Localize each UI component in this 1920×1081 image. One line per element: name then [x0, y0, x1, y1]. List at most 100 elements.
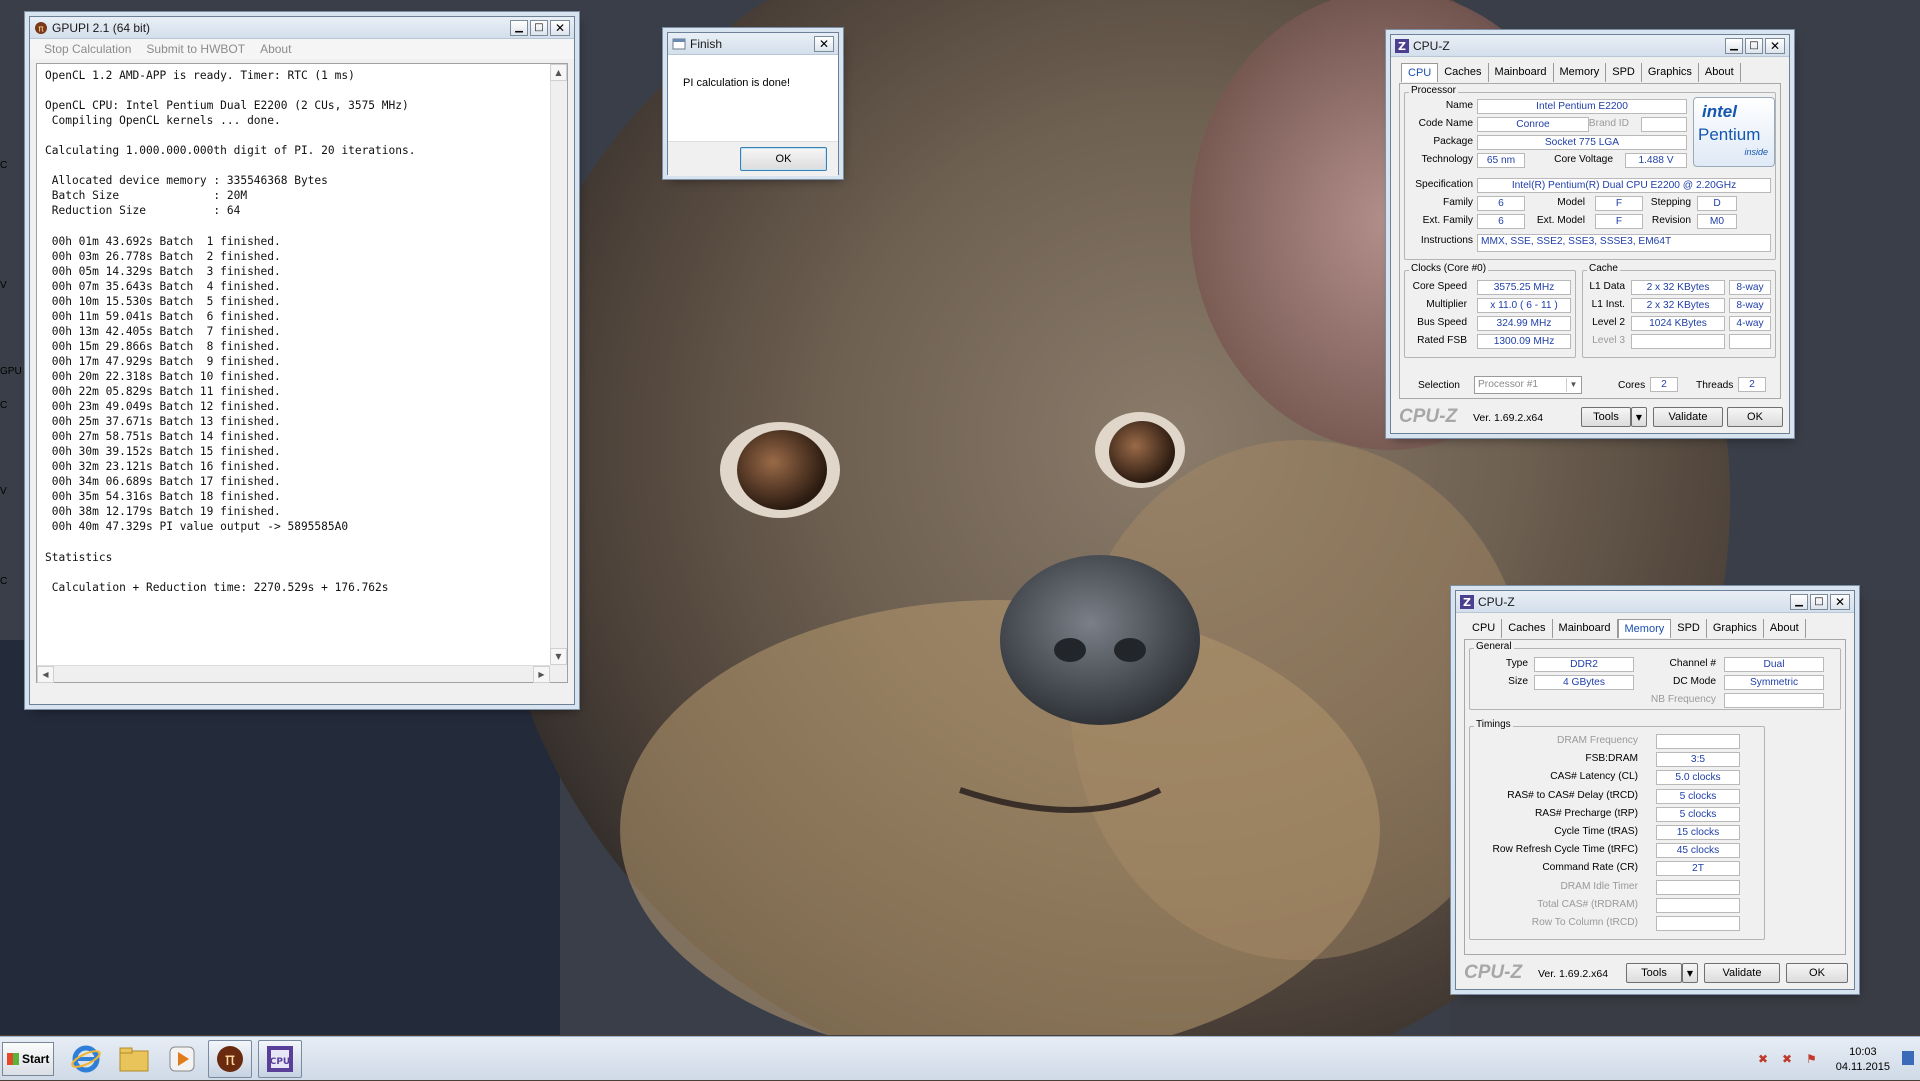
- specification-value: Intel(R) Pentium(R) Dual CPU E2200 @ 2.2…: [1477, 178, 1771, 193]
- tab-cpu[interactable]: CPU: [1401, 63, 1439, 82]
- cpuz-tabs: CPU Caches Mainboard Memory SPD Graphics…: [1391, 57, 1789, 83]
- clock[interactable]: 10:03 04.11.2015: [1836, 1045, 1890, 1075]
- finish-dialog: Finish ✕ PI calculation is done! OK: [667, 32, 839, 176]
- cpuz-taskbar-icon[interactable]: CPU: [258, 1040, 302, 1078]
- console-line: 00h 17m 47.929s Batch 9 finished.: [45, 354, 281, 368]
- l1data-ways: 8-way: [1729, 280, 1771, 295]
- cpuz-titlebar[interactable]: Z CPU-Z ▁ □ ✕: [1456, 591, 1854, 613]
- codename-label: Code Name: [1418, 118, 1473, 129]
- close-icon[interactable]: ✕: [550, 19, 570, 36]
- brandid-label: Brand ID: [1588, 118, 1629, 129]
- dialog-footer: OK: [668, 141, 838, 176]
- minimize-icon[interactable]: ▁: [1725, 37, 1743, 54]
- timing-label: RAS# to CAS# Delay (tRCD): [1507, 789, 1638, 801]
- dialog-title: Finish: [690, 36, 723, 51]
- timing-value: [1656, 879, 1740, 895]
- tab-about[interactable]: About: [1699, 63, 1741, 82]
- console-line: 00h 25m 37.671s Batch 13 finished.: [45, 415, 281, 429]
- tools-button[interactable]: Tools: [1581, 407, 1631, 427]
- ok-button[interactable]: OK: [1727, 407, 1783, 427]
- tools-dropdown-icon[interactable]: ▼: [1631, 407, 1647, 427]
- svg-text:CPU: CPU: [270, 1057, 291, 1067]
- menu-about[interactable]: About: [260, 42, 291, 56]
- scroll-right-icon[interactable]: ▶: [533, 666, 550, 683]
- logo-inside-text: inside: [1744, 147, 1768, 157]
- tab-spd[interactable]: SPD: [1671, 619, 1707, 638]
- tab-graphics[interactable]: Graphics: [1642, 63, 1699, 82]
- minimize-icon[interactable]: ▁: [1790, 593, 1808, 610]
- maximize-icon[interactable]: □: [1810, 593, 1828, 610]
- nbfrequency-value: [1724, 693, 1824, 708]
- tab-mainboard[interactable]: Mainboard: [1489, 63, 1554, 82]
- tools-dropdown-icon[interactable]: ▼: [1682, 963, 1698, 983]
- close-icon[interactable]: ✕: [1765, 37, 1785, 54]
- level2-ways: 4-way: [1729, 316, 1771, 331]
- channel-label: Channel #: [1669, 658, 1716, 669]
- minimize-icon[interactable]: ▁: [510, 19, 528, 36]
- instructions-label: Instructions: [1420, 235, 1473, 246]
- scroll-down-icon[interactable]: ▼: [550, 648, 567, 665]
- tab-caches[interactable]: Caches: [1438, 63, 1489, 82]
- tab-caches[interactable]: Caches: [1502, 619, 1553, 638]
- tools-button[interactable]: Tools: [1626, 963, 1682, 983]
- chevron-down-icon[interactable]: ▼: [1566, 378, 1580, 392]
- console-output[interactable]: OpenCL 1.2 AMD-APP is ready. Timer: RTC …: [36, 63, 568, 683]
- horizontal-scrollbar[interactable]: ◀ ▶: [37, 665, 550, 683]
- finish-titlebar[interactable]: Finish ✕: [668, 33, 838, 55]
- console-line: Reduction Size : 64: [45, 204, 241, 218]
- menu-submit-to-hwbot[interactable]: Submit to HWBOT: [146, 42, 245, 56]
- maximize-icon[interactable]: □: [530, 19, 548, 36]
- console-line: 00h 01m 43.692s Batch 1 finished.: [45, 234, 281, 248]
- svg-text:Z: Z: [1398, 40, 1406, 53]
- tab-cpu[interactable]: CPU: [1466, 619, 1503, 638]
- cpuz-titlebar[interactable]: Z CPU-Z ▁ □ ✕: [1391, 35, 1789, 57]
- resize-grip-icon[interactable]: [550, 665, 567, 682]
- tab-mainboard[interactable]: Mainboard: [1553, 619, 1618, 638]
- package-value: Socket 775 LGA: [1477, 135, 1687, 150]
- group-legend: Timings: [1474, 719, 1513, 730]
- console-line: Calculating 1.000.000.000th digit of PI.…: [45, 144, 416, 158]
- tab-graphics[interactable]: Graphics: [1707, 619, 1764, 638]
- scroll-left-icon[interactable]: ◀: [37, 666, 54, 683]
- multiplier-label: Multiplier: [1426, 299, 1467, 310]
- dialog-app-icon: [672, 37, 686, 51]
- ok-button[interactable]: OK: [1786, 963, 1848, 983]
- ok-button[interactable]: OK: [740, 147, 827, 171]
- tab-about[interactable]: About: [1764, 619, 1806, 638]
- timing-value: [1656, 897, 1740, 913]
- close-icon[interactable]: ✕: [1830, 593, 1850, 610]
- validate-button[interactable]: Validate: [1704, 963, 1780, 983]
- revision-value: M0: [1697, 214, 1737, 229]
- tab-spd[interactable]: SPD: [1606, 63, 1642, 82]
- processor-select[interactable]: Processor #1 ▼: [1474, 376, 1582, 394]
- menu-stop-calculation[interactable]: Stop Calculation: [44, 42, 131, 56]
- tab-memory[interactable]: Memory: [1617, 619, 1672, 638]
- timing-label: Row To Column (tRCD): [1531, 917, 1638, 928]
- validate-button[interactable]: Validate: [1653, 407, 1723, 427]
- timing-label: FSB:DRAM: [1585, 753, 1638, 765]
- gpupi-titlebar[interactable]: π GPUPI 2.1 (64 bit) ▁ □ ✕: [30, 17, 574, 39]
- network-warning-icon[interactable]: ✖: [1782, 1052, 1792, 1066]
- show-desktop-icon[interactable]: [1902, 1051, 1914, 1065]
- internet-explorer-icon[interactable]: [64, 1040, 108, 1078]
- file-explorer-icon[interactable]: [112, 1040, 156, 1078]
- processor-group: Processor Name Intel Pentium E2200 Code …: [1404, 85, 1776, 260]
- svg-text:Z: Z: [1463, 596, 1471, 609]
- timing-value: 2T: [1656, 861, 1740, 877]
- gpupi-menubar: Stop Calculation Submit to HWBOT About: [30, 39, 574, 59]
- tab-memory[interactable]: Memory: [1554, 63, 1607, 82]
- type-value: DDR2: [1534, 657, 1634, 672]
- maximize-icon[interactable]: □: [1745, 37, 1763, 54]
- action-center-icon[interactable]: ⚑: [1806, 1052, 1817, 1066]
- start-button[interactable]: Start: [2, 1042, 54, 1076]
- clock-date: 04.11.2015: [1835, 1061, 1890, 1073]
- close-icon[interactable]: ✕: [814, 35, 834, 52]
- vertical-scrollbar[interactable]: ▲ ▼: [550, 64, 567, 665]
- gpupi-taskbar-icon[interactable]: π: [208, 1040, 252, 1078]
- family-value: 6: [1477, 196, 1525, 211]
- speaker-muted-icon[interactable]: ✖: [1758, 1052, 1768, 1066]
- media-player-icon[interactable]: [160, 1040, 204, 1078]
- name-value: Intel Pentium E2200: [1477, 99, 1687, 114]
- desktop-icon-label: C: [0, 160, 8, 171]
- scroll-up-icon[interactable]: ▲: [550, 64, 567, 81]
